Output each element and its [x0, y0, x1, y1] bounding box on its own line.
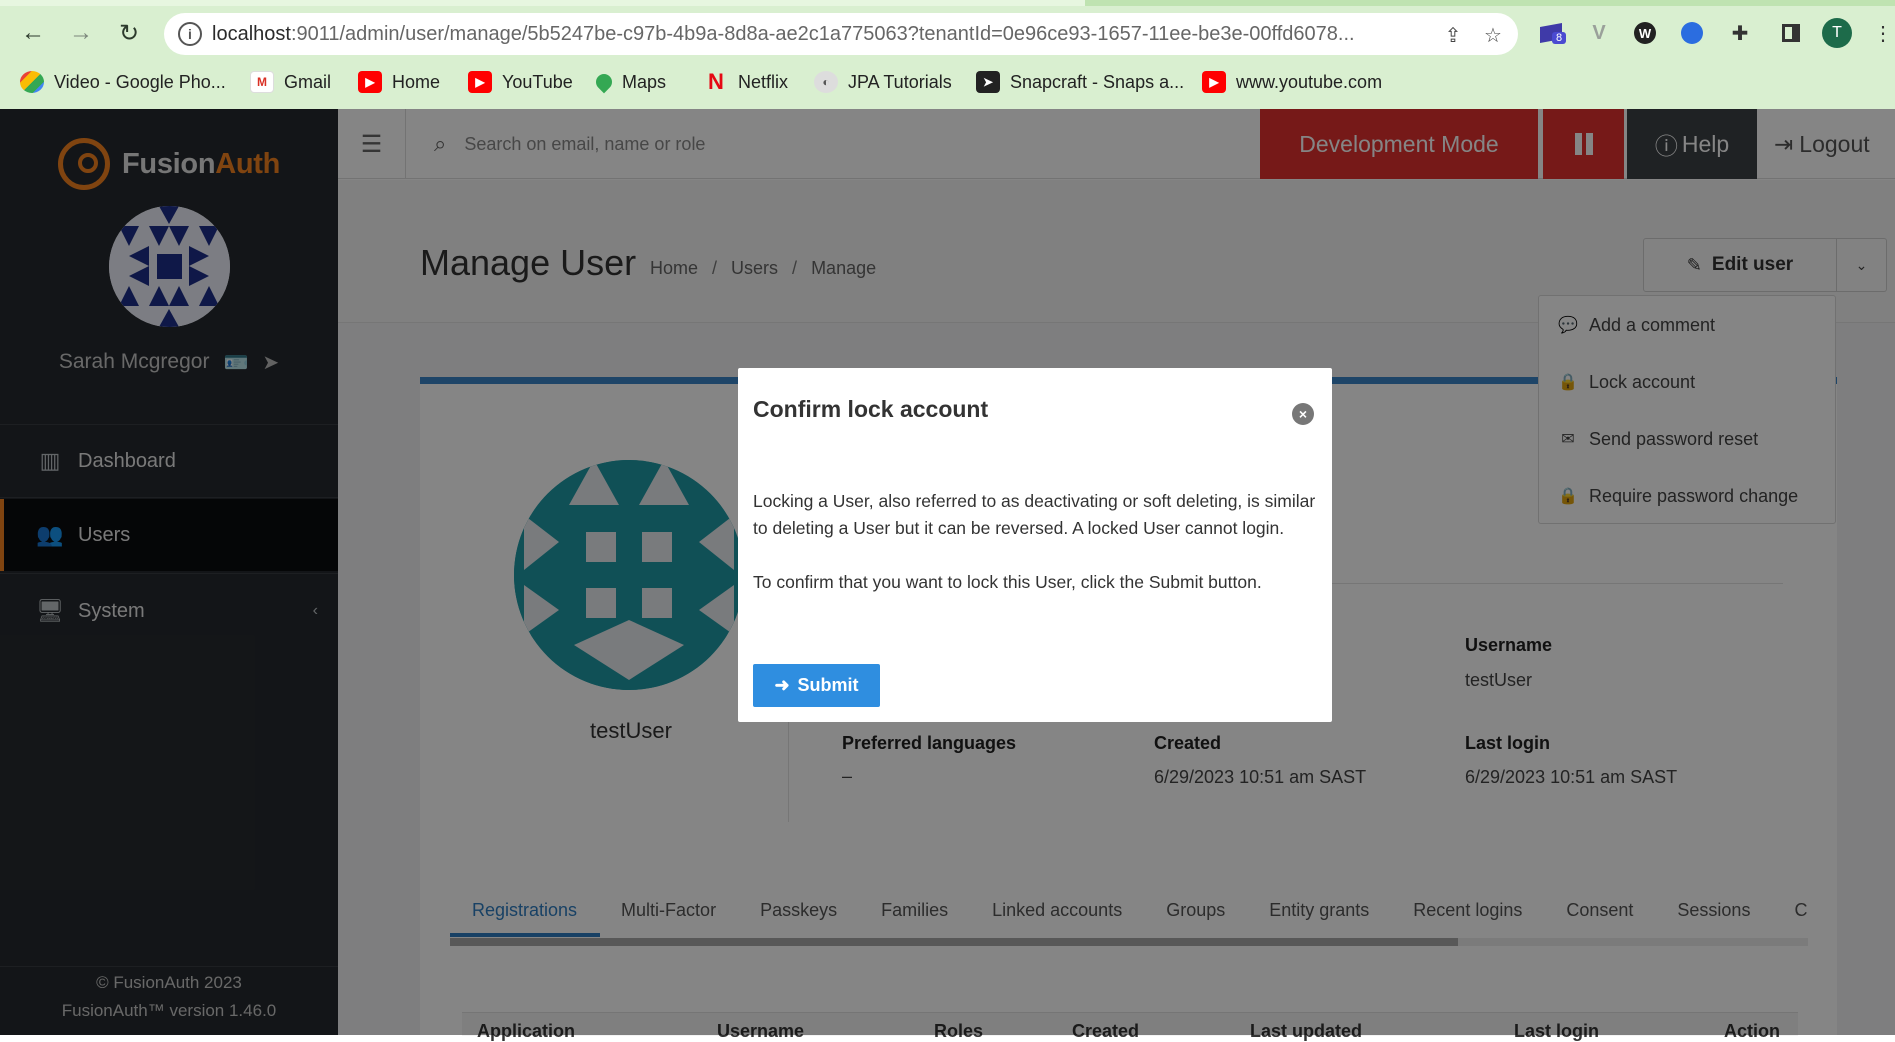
back-icon[interactable]: ← — [16, 16, 50, 50]
extension-blue-icon[interactable] — [1677, 18, 1707, 48]
bookmark-netflix[interactable]: N Netflix — [704, 62, 788, 102]
bookmark-label: Gmail — [284, 71, 332, 92]
bookmark-label: JPA Tutorials — [848, 71, 952, 92]
profile-avatar[interactable]: T — [1822, 18, 1852, 48]
extensions-puzzle-icon[interactable]: ✚ — [1725, 18, 1755, 48]
bookmark-maps[interactable]: Maps — [592, 62, 667, 102]
extension-badge: 8 — [1552, 32, 1567, 44]
arrow-right-icon: ➜ — [774, 675, 790, 695]
bookmark-label: Maps — [622, 71, 667, 92]
dialog-text: To confirm that you want to lock this Us… — [753, 572, 1262, 592]
side-panel-icon[interactable] — [1776, 18, 1806, 48]
google-photos-icon — [20, 71, 44, 93]
dialog-title: Confirm lock account — [753, 396, 989, 422]
gmail-icon: M — [250, 71, 274, 93]
bookmark-jpa-tutorials[interactable]: ◐ JPA Tutorials — [814, 62, 952, 102]
profile-initial: T — [1822, 18, 1852, 48]
bookmark-label: Snapcraft - Snaps a... — [1010, 71, 1185, 92]
wordpress-icon[interactable]: W — [1630, 18, 1660, 48]
submit-label: Submit — [797, 675, 859, 695]
youtube-icon: ▶ — [468, 71, 492, 93]
browser-menu-icon[interactable]: ⋮ — [1868, 18, 1895, 48]
extension-v-icon[interactable]: V — [1584, 18, 1614, 48]
dialog-text: Locking a User, also referred to as deac… — [753, 491, 1316, 538]
extension-graduation-icon[interactable]: 8 — [1536, 18, 1567, 48]
youtube-icon: ▶ — [358, 71, 382, 93]
active-tab[interactable] — [0, 0, 1085, 6]
browser-chrome: ← → ↻ i localhost:9011/admin/user/manage… — [0, 0, 1895, 109]
bookmark-youtube[interactable]: ▶ YouTube — [468, 62, 573, 102]
confirm-lock-dialog: Confirm lock account × Locking a User, a… — [738, 368, 1332, 722]
share-icon[interactable]: ⇪ — [1440, 22, 1466, 48]
url-host: localhost — [212, 23, 291, 45]
netflix-icon: N — [708, 69, 724, 94]
bookmark-label: Video - Google Pho... — [54, 71, 226, 92]
bookmark-gmail[interactable]: M Gmail — [250, 62, 331, 102]
close-icon[interactable]: × — [1292, 403, 1314, 425]
youtube-icon: ▶ — [1202, 71, 1226, 93]
bookmark-google-photos[interactable]: Video - Google Pho... — [20, 62, 226, 102]
bookmark-youtube-com[interactable]: ▶ www.youtube.com — [1202, 62, 1382, 102]
url-path: :9011/admin/user/manage/5b5247be-c97b-4b… — [290, 23, 1355, 45]
address-bar[interactable]: i localhost:9011/admin/user/manage/5b524… — [164, 13, 1518, 55]
reload-icon[interactable]: ↻ — [112, 16, 146, 50]
url-text[interactable]: localhost:9011/admin/user/manage/5b5247b… — [212, 13, 1442, 55]
bookmark-snapcraft[interactable]: ➤ Snapcraft - Snaps a... — [976, 62, 1184, 102]
bookmark-home[interactable]: ▶ Home — [358, 62, 440, 102]
maps-icon — [592, 70, 616, 94]
bookmark-label: Netflix — [738, 71, 789, 92]
jpa-icon: ◐ — [814, 71, 838, 93]
bookmark-label: Home — [392, 71, 441, 92]
snapcraft-icon: ➤ — [976, 71, 1000, 93]
bookmark-label: YouTube — [502, 71, 573, 92]
bookmark-label: www.youtube.com — [1236, 71, 1383, 92]
forward-icon[interactable]: → — [64, 16, 98, 50]
dialog-body: Locking a User, also referred to as deac… — [753, 488, 1323, 623]
bookmark-star-icon[interactable]: ☆ — [1480, 22, 1506, 48]
submit-button[interactable]: ➜ Submit — [753, 664, 880, 707]
site-info-icon[interactable]: i — [178, 22, 202, 46]
